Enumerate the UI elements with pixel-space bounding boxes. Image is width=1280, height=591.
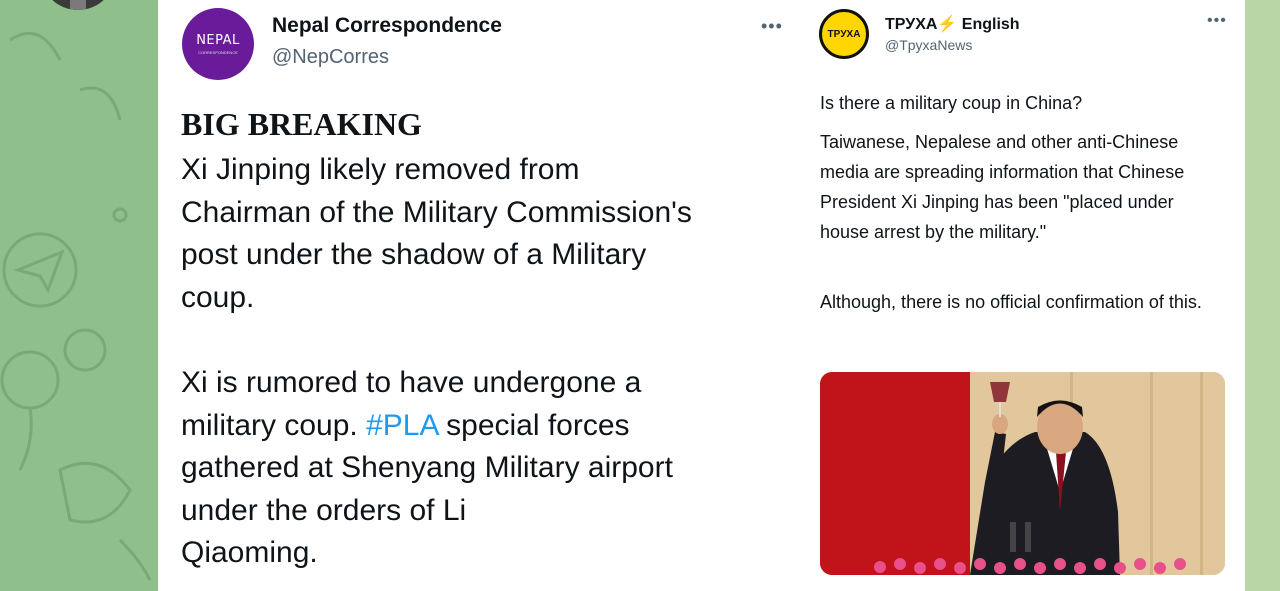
tweet-paragraph-2: Although, there is no official confirmat… (820, 292, 1202, 312)
avatar-logo-subtext: CORRESPONDENCE (198, 50, 238, 55)
avatar-logo-text: NEPAL (196, 33, 240, 48)
tweet-photo[interactable] (820, 372, 1225, 575)
chat-wallpaper-right (1245, 0, 1280, 591)
photo-toast-illustration (820, 372, 1225, 575)
lightning-icon: ⚡ (937, 16, 958, 33)
tweet-paragraph-1: Taiwanese, Nepalese and other anti-Chine… (820, 132, 1185, 242)
author-handle[interactable]: @NepCorres (272, 46, 389, 69)
more-options-icon[interactable]: ••• (761, 16, 783, 37)
tweet-headline: BIG BREAKING (181, 106, 422, 142)
tweet-trukha-english: TPУXA ТРУХА⚡ English @TpyxaNews ••• Is t… (795, 0, 1245, 591)
tweet-paragraph-1: Xi Jinping likely removed from Chairman … (181, 153, 692, 314)
author-name-text: ТРУХА (885, 16, 938, 33)
trukha-avatar[interactable]: TPУXA (819, 9, 869, 59)
author-name[interactable]: ТРУХА⚡ English (885, 14, 1020, 34)
tweet-paragraph-2: Xi is rumored to have undergone a milita… (181, 362, 781, 575)
nepal-avatar[interactable]: NEPAL CORRESPONDENCE (182, 8, 254, 80)
hashtag-link[interactable]: #PLA (366, 409, 438, 442)
tweet-nepal-correspondence: NEPAL CORRESPONDENCE Nepal Correspondenc… (158, 0, 795, 591)
more-options-icon[interactable]: ••• (1207, 12, 1227, 30)
author-name-suffix: English (957, 16, 1020, 33)
author-handle[interactable]: @TpyxaNews (885, 37, 972, 53)
author-name[interactable]: Nepal Correspondence (272, 14, 502, 38)
tweet-question: Is there a military coup in China? (820, 93, 1083, 113)
